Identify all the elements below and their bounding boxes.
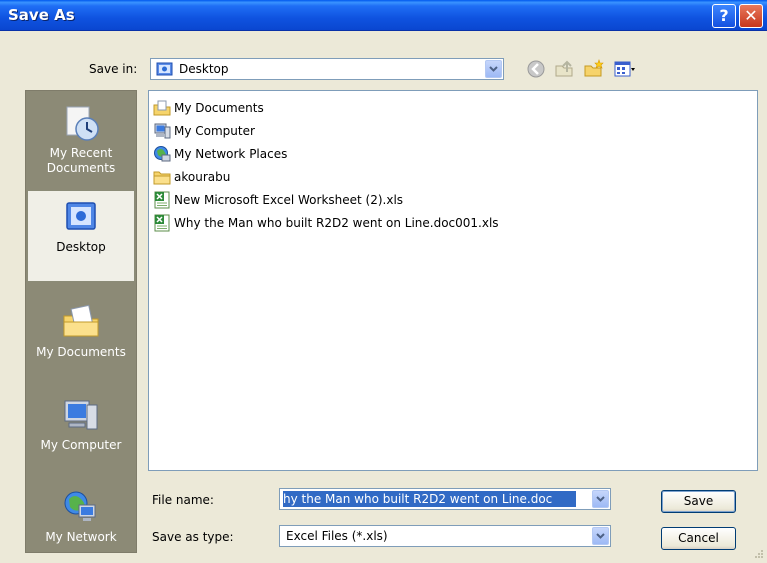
save-as-type-label: Save as type: [152,530,234,544]
file-name-label: File name: [152,493,214,507]
desktop-icon [66,202,96,230]
places-recent-documents[interactable]: My Recent Documents [26,97,136,187]
up-folder-icon[interactable] [553,58,575,80]
file-name: akourabu [174,170,231,184]
file-name: My Network Places [174,147,288,161]
file-name: Why the Man who built R2D2 went on Line.… [174,216,499,230]
excel-file-icon [154,214,170,232]
chevron-down-icon[interactable] [485,60,502,78]
views-menu-icon[interactable] [613,58,635,80]
file-name: My Documents [174,101,264,115]
places-bar: My Recent Documents Desktop My Documents … [25,90,137,553]
back-icon[interactable] [525,58,547,80]
new-folder-icon[interactable] [583,58,605,80]
places-label-my-computer: My Computer [40,438,122,452]
file-name-value: hy the Man who built R2D2 went on Line.d… [283,491,576,507]
places-label-my-documents: My Documents [36,345,126,359]
places-label-recent: My Recent Documents [46,146,116,175]
chevron-down-icon[interactable] [592,490,609,508]
my-computer-icon [154,123,171,139]
places-label-my-network: My Network [45,530,117,544]
cancel-button[interactable]: Cancel [661,527,736,550]
window-title: Save As [8,6,75,24]
save-as-type-value: Excel Files (*.xls) [286,529,388,543]
places-label-desktop: Desktop [56,240,106,254]
save-in-label: Save in: [89,62,138,76]
excel-file-icon [154,191,170,209]
title-bar: Save As ? ✕ [0,0,767,31]
save-in-value: Desktop [179,62,229,76]
save-button[interactable]: Save [661,490,736,513]
help-button[interactable]: ? [712,4,736,28]
folder-icon [153,171,171,185]
places-my-documents[interactable]: My Documents [26,296,136,386]
file-name: My Computer [174,124,255,138]
save-as-type-dropdown[interactable]: Excel Files (*.xls) [279,525,611,547]
chevron-down-icon[interactable] [592,527,609,545]
network-places-icon [154,146,171,162]
my-documents-folder-icon [153,100,171,116]
places-my-network[interactable]: My Network [26,481,136,552]
my-documents-icon [63,304,99,337]
desktop-folder-icon [156,62,173,76]
my-network-icon [64,491,96,521]
file-list[interactable]: My Documents My Computer My Network Plac… [148,90,758,471]
close-button[interactable]: ✕ [739,4,763,28]
places-my-computer[interactable]: My Computer [26,389,136,479]
recent-documents-icon [66,106,99,141]
save-in-dropdown[interactable]: Desktop [150,58,504,80]
file-name: New Microsoft Excel Worksheet (2).xls [174,193,404,207]
file-name-field[interactable]: hy the Man who built R2D2 went on Line.d… [279,488,611,510]
resize-grip-icon[interactable] [752,548,764,560]
my-computer-icon [64,400,98,430]
places-desktop[interactable]: Desktop [27,190,135,282]
